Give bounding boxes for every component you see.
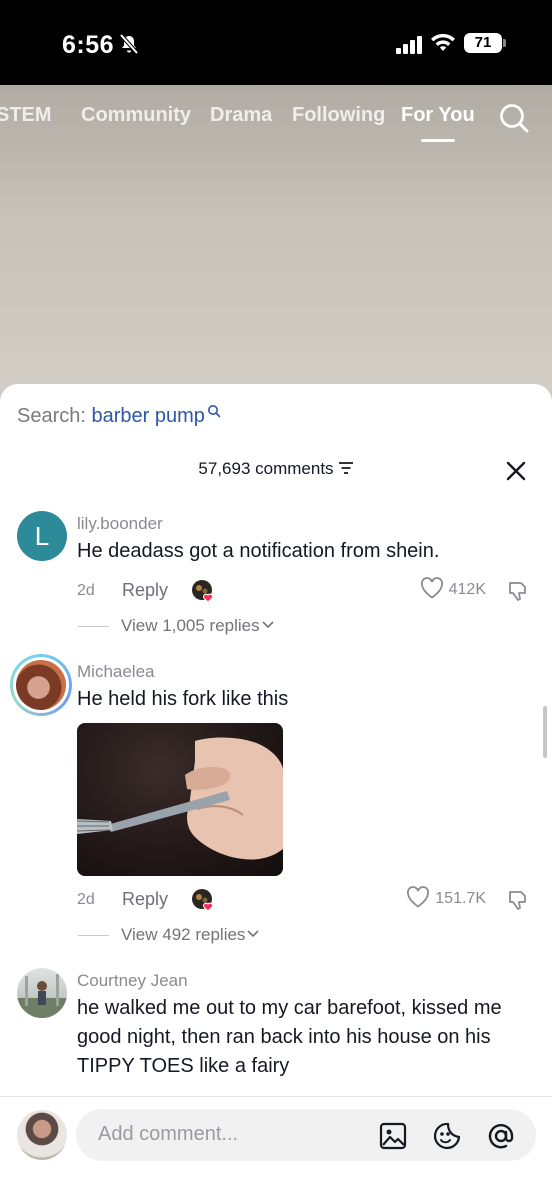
search-suggestion-term[interactable]: barber pump	[92, 405, 205, 427]
view-replies-button[interactable]: View 492 replies	[78, 925, 260, 945]
reply-button[interactable]: Reply	[122, 889, 168, 910]
comments-sheet: Search: barber pump 57,693 comments L li…	[0, 384, 552, 1200]
view-replies-button[interactable]: View 1,005 replies	[78, 616, 274, 636]
fork-hand-picture	[77, 737, 283, 860]
comment-username[interactable]: lily.boonder	[77, 514, 163, 534]
cellular-signal-icon	[396, 36, 422, 54]
comment-composer: Add comment...	[0, 1096, 552, 1200]
status-time: 6:56	[62, 31, 115, 59]
creator-liked-icon	[192, 889, 214, 912]
feed-tabs: STEM Community Drama Following For You	[0, 100, 552, 140]
like-count: 412K	[448, 581, 486, 599]
emoji-sticker-icon[interactable]	[432, 1121, 462, 1151]
search-suggestion-prefix: Search:	[17, 405, 86, 427]
comments-header: 57,693 comments	[0, 459, 552, 479]
image-icon[interactable]	[378, 1121, 408, 1151]
like-button[interactable]: 412K	[420, 577, 486, 599]
like-button[interactable]: 151.7K	[406, 886, 486, 908]
tab-for-you[interactable]: For You	[401, 104, 475, 127]
view-replies-label: View 492 replies	[121, 925, 246, 944]
mention-icon[interactable]	[486, 1121, 516, 1151]
heart-outline-icon	[407, 886, 430, 908]
avatar-picture	[17, 974, 67, 1018]
view-replies-label: View 1,005 replies	[121, 616, 260, 635]
comment-text: he walked me out to my car barefoot, kis…	[77, 997, 502, 1077]
comment-input[interactable]: Add comment...	[76, 1109, 536, 1161]
search-icon[interactable]	[498, 102, 530, 134]
comment-username[interactable]: Michaelea	[77, 662, 155, 682]
comment-count: 57,693 comments	[198, 459, 334, 478]
chevron-down-icon	[262, 621, 274, 629]
tab-community[interactable]: Community	[81, 104, 191, 127]
creator-liked-icon	[192, 580, 214, 603]
avatar[interactable]	[17, 1110, 67, 1160]
close-icon[interactable]	[503, 458, 529, 484]
avatar[interactable]: L	[17, 511, 67, 561]
status-bar: 6:56 71	[0, 0, 552, 85]
tab-following[interactable]: Following	[292, 104, 385, 127]
bell-muted-icon	[119, 33, 139, 55]
tab-stem[interactable]: STEM	[0, 104, 52, 127]
search-suggestion[interactable]: Search: barber pump	[17, 405, 221, 428]
comment-age: 2d	[77, 582, 95, 599]
comment-input-placeholder: Add comment...	[98, 1123, 239, 1145]
reply-button[interactable]: Reply	[122, 580, 168, 601]
dislike-icon[interactable]	[506, 888, 530, 912]
comment-text: He deadass got a notification from shein…	[77, 540, 440, 562]
tab-drama[interactable]: Drama	[210, 104, 272, 127]
battery-cap	[503, 39, 506, 47]
avatar[interactable]	[17, 968, 67, 1018]
chevron-down-icon	[247, 930, 260, 938]
wifi-icon	[431, 33, 455, 51]
comment-username[interactable]: Courtney Jean	[77, 971, 188, 991]
comment-attached-image[interactable]	[77, 723, 283, 876]
active-tab-indicator	[421, 139, 455, 142]
comment-text: He held his fork like this	[77, 688, 289, 710]
comment-age: 2d	[77, 891, 95, 908]
like-count: 151.7K	[435, 890, 486, 908]
dislike-icon[interactable]	[506, 579, 530, 603]
avatar[interactable]	[10, 654, 72, 716]
search-small-icon	[207, 405, 221, 418]
battery-level: 71	[464, 33, 502, 53]
scrollbar[interactable]	[543, 706, 547, 758]
heart-outline-icon	[420, 577, 443, 599]
sort-filter-icon[interactable]	[338, 461, 354, 475]
